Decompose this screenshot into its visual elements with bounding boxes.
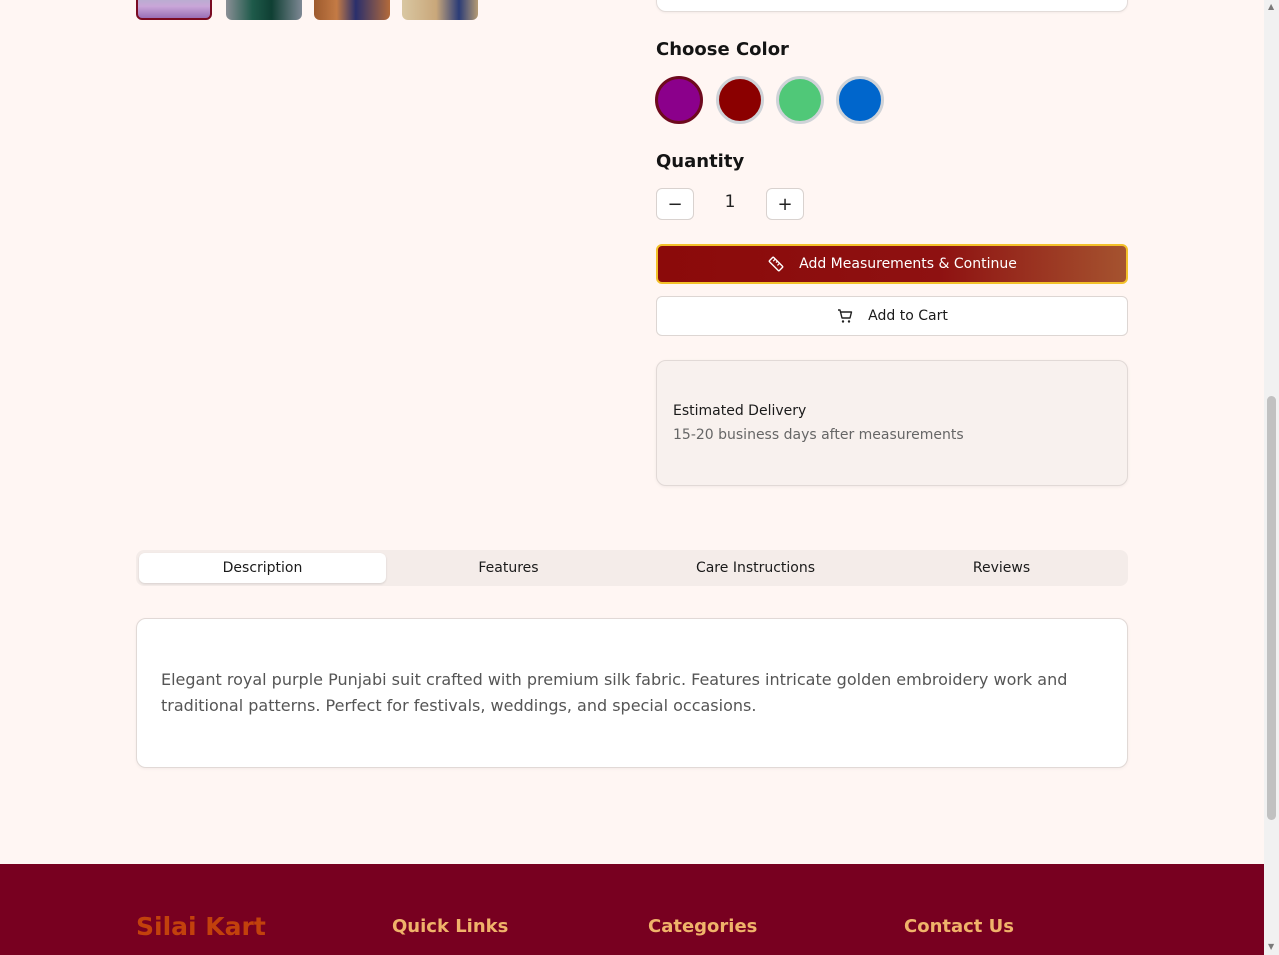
product-thumbnail-1[interactable] — [136, 0, 212, 20]
color-swatch-blue[interactable] — [836, 76, 884, 124]
tab-description[interactable]: Description — [139, 553, 386, 583]
description-panel: Elegant royal purple Punjabi suit crafte… — [136, 618, 1128, 768]
scroll-down-arrow-icon[interactable]: ▼ — [1268, 942, 1274, 951]
footer-brand-logo[interactable]: Silai Kart — [136, 912, 266, 941]
page-scrollbar[interactable]: ▲ ▼ — [1264, 0, 1279, 955]
add-to-cart-label: Add to Cart — [868, 308, 948, 324]
delivery-title: Estimated Delivery — [673, 403, 807, 419]
delivery-info-card: Estimated Delivery 15-20 business days a… — [656, 360, 1128, 486]
product-thumbnail-2[interactable] — [226, 0, 302, 20]
product-page: Choose Color Quantity − 1 + Add Measurem… — [0, 0, 1264, 955]
quantity-increment-button[interactable]: + — [766, 188, 804, 220]
scroll-up-arrow-icon[interactable]: ▲ — [1268, 2, 1274, 11]
color-swatch-maroon[interactable] — [716, 76, 764, 124]
product-thumbnail-3[interactable] — [314, 0, 390, 20]
footer-heading-quick-links: Quick Links — [392, 916, 509, 937]
footer-heading-contact: Contact Us — [904, 916, 1015, 937]
product-thumbnail-4[interactable] — [402, 0, 478, 20]
scrollbar-thumb[interactable] — [1267, 396, 1276, 820]
color-swatch-purple[interactable] — [655, 76, 703, 124]
color-swatch-green[interactable] — [776, 76, 824, 124]
footer-heading-categories: Categories — [648, 916, 758, 937]
size-selector-card — [656, 0, 1128, 12]
add-measurements-label: Add Measurements & Continue — [799, 256, 1017, 272]
add-to-cart-button[interactable]: Add to Cart — [656, 296, 1128, 336]
cart-icon — [836, 307, 854, 325]
description-text: Elegant royal purple Punjabi suit crafte… — [161, 670, 1068, 715]
ruler-icon — [767, 255, 785, 273]
tab-care-instructions[interactable]: Care Instructions — [632, 553, 879, 583]
quantity-title: Quantity — [656, 151, 745, 172]
delivery-detail: 15-20 business days after measurements — [673, 427, 964, 443]
tab-features[interactable]: Features — [385, 553, 632, 583]
product-tabs: Description Features Care Instructions R… — [136, 550, 1128, 586]
site-footer: Silai Kart Quick Links Categories Contac… — [0, 864, 1264, 955]
tab-reviews[interactable]: Reviews — [878, 553, 1125, 583]
add-measurements-button[interactable]: Add Measurements & Continue — [656, 244, 1128, 284]
choose-color-title: Choose Color — [656, 39, 789, 60]
quantity-value: 1 — [724, 192, 736, 212]
quantity-decrement-button[interactable]: − — [656, 188, 694, 220]
